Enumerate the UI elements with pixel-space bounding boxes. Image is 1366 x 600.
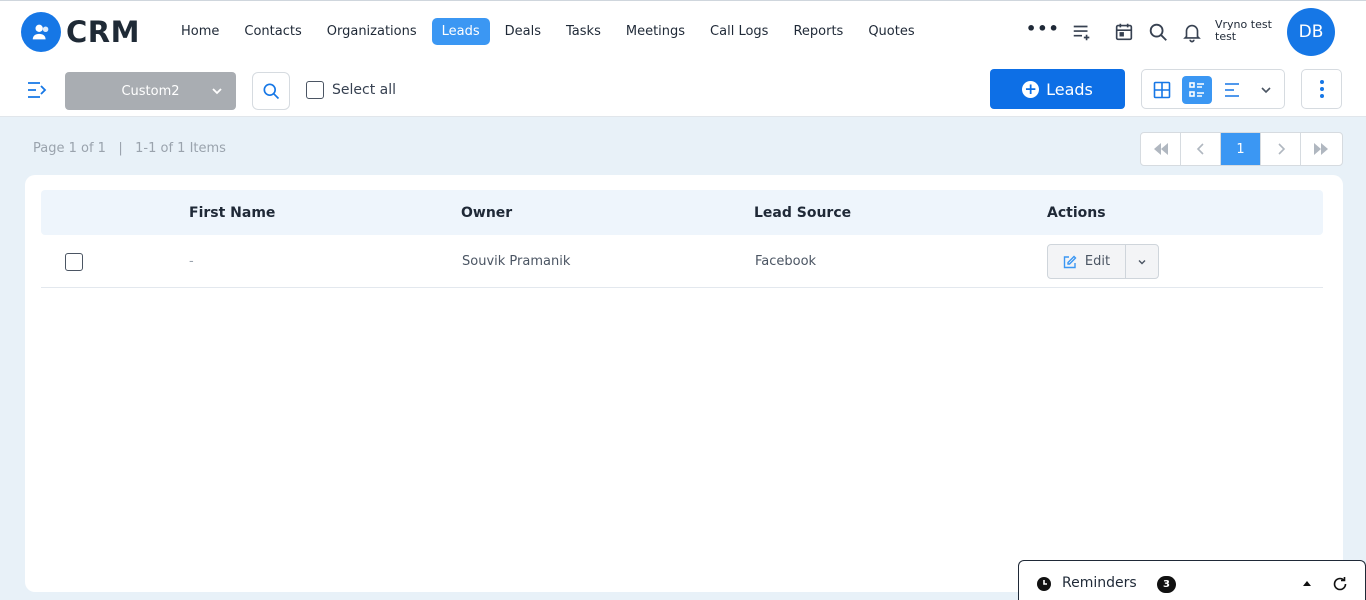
grid-view-icon[interactable] [1147, 76, 1177, 104]
caret-up-icon[interactable] [1301, 579, 1313, 587]
row-actions: Edit [1047, 244, 1159, 279]
user-name[interactable]: Vryno test test [1215, 19, 1283, 43]
more-options-button[interactable] [1301, 69, 1342, 109]
column-header-first-name[interactable]: First Name [189, 205, 275, 221]
list-view-icon[interactable] [1182, 76, 1212, 104]
list-toolbar: Custom2 Select all + Leads [0, 62, 1366, 117]
nav-item-call-logs[interactable]: Call Logs [700, 18, 778, 45]
row-actions-dropdown[interactable] [1126, 245, 1158, 278]
nav-item-reports[interactable]: Reports [783, 18, 853, 45]
bell-icon[interactable] [1180, 20, 1204, 44]
nav-item-meetings[interactable]: Meetings [616, 18, 695, 45]
cell-first-name: - [189, 254, 194, 269]
kebab-menu-icon [1319, 80, 1324, 98]
reminders-panel[interactable]: Reminders 3 [1018, 560, 1366, 600]
nav-item-quotes[interactable]: Quotes [858, 18, 924, 45]
leads-table-card: First Name Owner Lead Source Actions - S… [25, 175, 1343, 592]
custom-view-select[interactable]: Custom2 [65, 72, 236, 110]
nav-item-deals[interactable]: Deals [495, 18, 551, 45]
add-lead-button[interactable]: + Leads [990, 69, 1125, 109]
column-header-actions: Actions [1047, 205, 1106, 221]
sidebar-expand-icon[interactable] [26, 81, 48, 103]
table-row[interactable]: - Souvik Pramanik Facebook Edit [41, 235, 1323, 288]
page-number-button[interactable]: 1 [1221, 133, 1261, 165]
edit-button-label: Edit [1084, 254, 1111, 269]
prev-page-icon[interactable] [1181, 133, 1221, 165]
page-info-separator: | [110, 141, 132, 156]
page-info-text: Page 1 of 1 [33, 141, 106, 156]
next-page-icon[interactable] [1261, 133, 1301, 165]
search-icon[interactable] [1146, 20, 1170, 44]
column-header-owner[interactable]: Owner [461, 205, 512, 221]
add-lead-label: Leads [1046, 79, 1093, 99]
nav-item-leads[interactable]: Leads [431, 18, 490, 45]
logo-text: CRM [66, 15, 140, 49]
refresh-icon[interactable] [1332, 576, 1348, 592]
plus-circle-icon: + [1022, 80, 1040, 98]
more-menu-icon[interactable]: ••• [1026, 19, 1060, 38]
nav-item-contacts[interactable]: Contacts [234, 18, 311, 45]
pagination-info: Page 1 of 1 | 1-1 of 1 Items [33, 141, 226, 156]
add-list-icon[interactable] [1070, 20, 1094, 44]
cell-owner: Souvik Pramanik [462, 254, 571, 269]
last-page-icon[interactable] [1301, 133, 1341, 165]
view-toggle-group [1141, 69, 1285, 109]
edit-button[interactable]: Edit [1048, 245, 1126, 278]
top-navigation-bar: CRM Home Contacts Organizations Leads De… [0, 0, 1366, 62]
select-all-checkbox[interactable] [306, 81, 324, 99]
reminders-count-badge: 3 [1157, 576, 1176, 593]
custom-view-label: Custom2 [121, 83, 180, 99]
clock-icon [1037, 577, 1051, 591]
nav-item-tasks[interactable]: Tasks [556, 18, 611, 45]
table-header: First Name Owner Lead Source Actions [41, 190, 1323, 235]
nav-item-organizations[interactable]: Organizations [317, 18, 427, 45]
select-all[interactable]: Select all [306, 81, 396, 99]
chevron-down-icon [1138, 259, 1146, 264]
user-circle-logo-icon [21, 12, 61, 52]
main-nav: Home Contacts Organizations Leads Deals … [171, 18, 930, 45]
first-page-icon[interactable] [1141, 133, 1181, 165]
nav-item-home[interactable]: Home [171, 18, 229, 45]
edit-icon [1063, 255, 1077, 268]
items-info-text: 1-1 of 1 Items [135, 141, 226, 156]
chevron-down-icon[interactable] [1251, 76, 1281, 104]
cell-lead-source: Facebook [755, 254, 817, 269]
calendar-icon[interactable] [1112, 20, 1136, 44]
app-logo[interactable]: CRM [21, 12, 140, 52]
column-header-lead-source[interactable]: Lead Source [754, 205, 851, 221]
select-all-label: Select all [332, 82, 396, 98]
reminders-label: Reminders [1062, 575, 1137, 591]
chevron-down-icon [212, 88, 222, 95]
search-icon [263, 83, 280, 100]
pagination-controls: 1 [1140, 132, 1343, 166]
avatar[interactable]: DB [1287, 8, 1335, 56]
row-checkbox[interactable] [65, 253, 83, 271]
kanban-view-icon[interactable] [1217, 76, 1247, 104]
search-button[interactable] [252, 72, 290, 110]
